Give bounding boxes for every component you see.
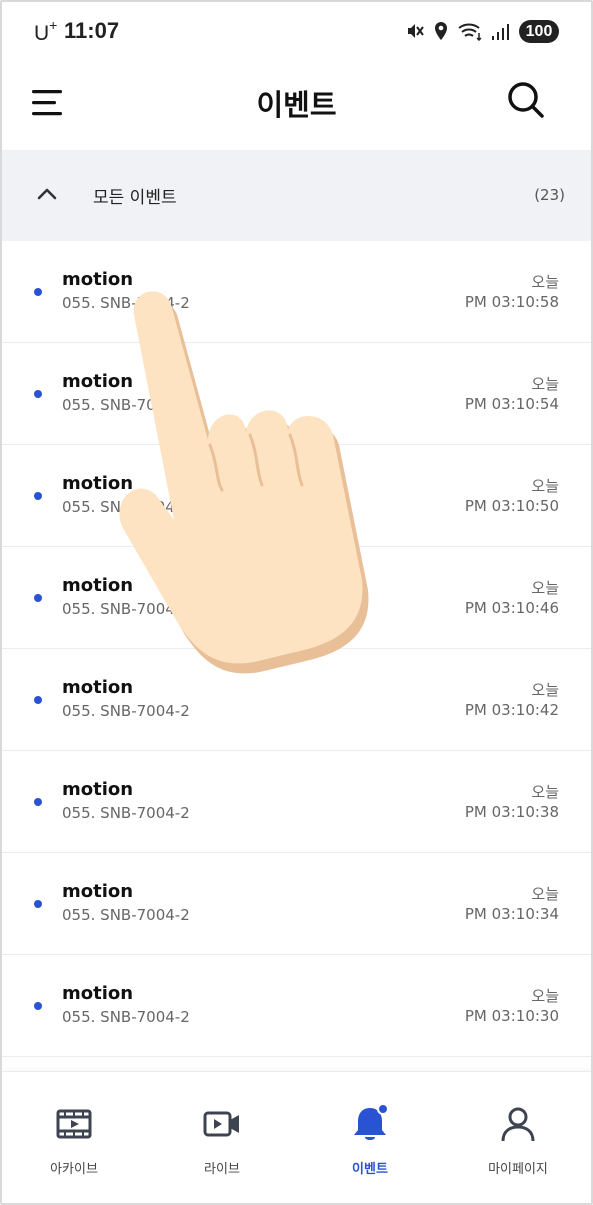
event-row[interactable]: motion 055. SNB-7004-2 오늘 PM 03:10:38 [0,751,593,853]
carrier-label: U+ [34,17,58,45]
status-time: 11:07 [64,18,120,43]
event-camera: 055. SNB-7004-2 [62,600,190,618]
bell-notification-icon [354,1104,389,1140]
event-camera: 055. SNB-7004-2 [62,1008,190,1026]
video-camera-icon [203,1111,239,1137]
event-day: 오늘 [531,579,559,597]
nav-label-live: 라이브 [204,1162,240,1177]
event-time: PM 03:10:30 [464,1007,559,1025]
event-day: 오늘 [531,273,559,291]
chevron-up-icon[interactable] [36,183,58,205]
event-title: motion [62,983,134,1004]
signal-icon [492,24,509,40]
event-row[interactable]: motion 055. SNB-7004-2 오늘 PM 03:10:30 [0,955,593,1057]
wifi-icon [458,23,482,41]
status-icons: 100 [405,19,559,43]
event-time: PM 03:10:58 [464,293,559,311]
nav-live[interactable]: 라이브 [148,1072,296,1205]
event-camera: 055. SNB-7004-2 [62,294,190,312]
event-title: motion [62,677,134,698]
event-title: motion [62,779,134,800]
event-camera: 055. SNB-7004-2 [62,804,190,822]
event-camera: 055. SNB-7004-2 [62,906,190,924]
group-title: 모든 이벤트 [93,188,177,208]
event-day: 오늘 [531,885,559,903]
battery-indicator: 100 [519,19,559,43]
event-list: motion 055. SNB-7004-2 오늘 PM 03:10:58 mo… [0,241,593,1057]
event-camera: 055. SNB-7004-2 [62,702,190,720]
unread-dot [34,696,42,704]
status-bar: U+ 11:07 100 [0,0,593,62]
unread-dot [34,798,42,806]
event-title: motion [62,881,134,902]
page-title: 이벤트 [256,88,337,122]
event-day: 오늘 [531,375,559,393]
all-events-group-header[interactable]: 모든 이벤트 (23) [0,150,593,241]
event-day: 오늘 [531,477,559,495]
event-row[interactable]: motion 055. SNB-7004-2 오늘 PM 03:10:58 [0,241,593,343]
nav-label-events: 이벤트 [352,1162,388,1177]
event-camera: 055. SNB-7004-2 [62,498,190,516]
group-count: (23) [534,186,565,204]
event-time: PM 03:10:50 [464,497,559,515]
event-title: motion [62,575,134,596]
unread-dot [34,288,42,296]
event-row[interactable]: motion 055. SNB-7004-2 오늘 PM 03:10:42 [0,649,593,751]
nav-events[interactable]: 이벤트 [296,1072,444,1205]
unread-dot [34,594,42,602]
nav-archive[interactable]: 아카이브 [0,1072,148,1205]
unread-dot [34,1002,42,1010]
event-row[interactable]: motion 055. SNB-7004-2 오늘 PM 03:10:50 [0,445,593,547]
nav-mypage[interactable]: 마이페이지 [444,1072,592,1205]
user-profile-icon [501,1107,535,1142]
film-archive-icon [56,1109,92,1139]
mute-icon [408,24,424,38]
event-time: PM 03:10:42 [464,701,559,719]
event-camera: 055. SNB-7004-2 [62,396,190,414]
unread-dot [34,492,42,500]
event-time: PM 03:10:34 [464,905,559,923]
event-time: PM 03:10:38 [464,803,559,821]
event-title: motion [62,371,134,392]
event-row[interactable]: motion 055. SNB-7004-2 오늘 PM 03:10:46 [0,547,593,649]
unread-dot [34,900,42,908]
event-row[interactable]: motion 055. SNB-7004-2 오늘 PM 03:10:54 [0,343,593,445]
event-day: 오늘 [531,987,559,1005]
event-title: motion [62,473,134,494]
search-icon[interactable] [506,80,546,120]
nav-label-mypage: 마이페이지 [488,1162,548,1177]
event-time: PM 03:10:54 [464,395,559,413]
event-title: motion [62,269,134,290]
event-row[interactable]: motion 055. SNB-7004-2 오늘 PM 03:10:34 [0,853,593,955]
bottom-navigation: 아카이브 라이브 이벤트 마이페이지 [0,1071,593,1205]
event-day: 오늘 [531,783,559,801]
event-time: PM 03:10:46 [464,599,559,617]
app-header: 이벤트 [0,62,593,150]
unread-dot [34,390,42,398]
event-day: 오늘 [531,681,559,699]
nav-label-archive: 아카이브 [50,1162,98,1177]
location-icon [435,22,447,40]
